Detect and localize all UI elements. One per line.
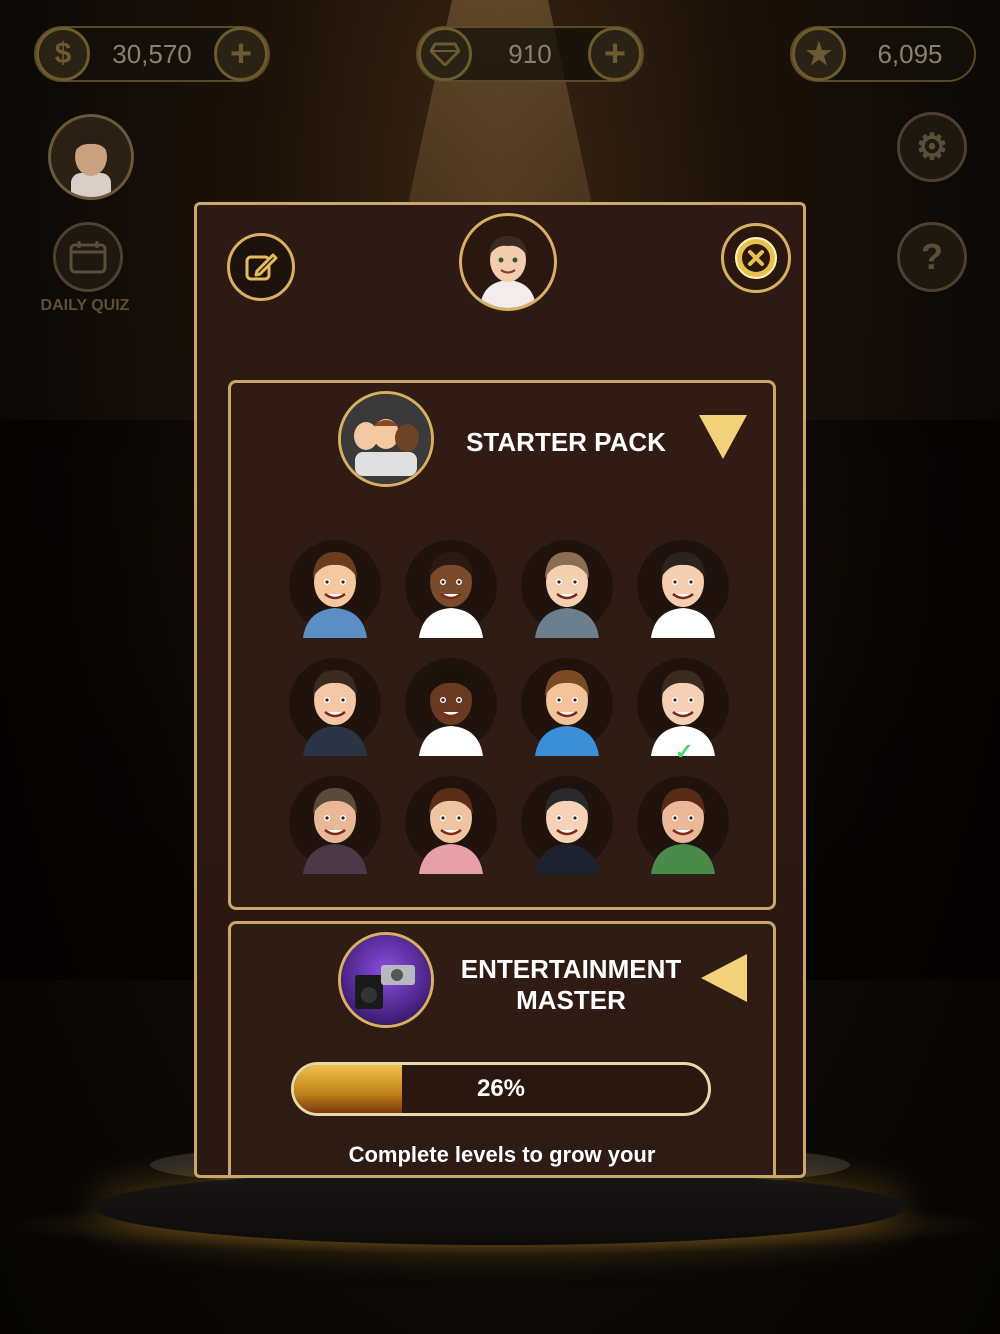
dollar-coin-icon: $ [36,27,90,81]
calendar-icon[interactable] [53,222,123,292]
progress-label: 26% [476,1075,526,1102]
add-coins-button[interactable]: + [214,27,268,81]
collapse-arrow-icon[interactable] [699,415,747,459]
avatar-option-7[interactable] [509,649,625,759]
starter-pack-title: STARTER PACK [466,427,666,457]
avatar-option-5[interactable] [277,649,393,759]
stage-base [95,1170,905,1245]
help-icon[interactable]: ? [897,222,967,292]
avatar-grid: ✓ [277,531,747,877]
pack-description: Complete levels to grow your [348,1142,656,1167]
avatar-option-9[interactable] [277,767,393,877]
avatar-option-4[interactable] [625,531,741,641]
close-icon [735,237,777,279]
add-gems-button[interactable]: + [588,27,642,81]
entertainment-pack-title: ENTERTAINMENT MASTER [451,954,691,1016]
entertainment-title-line1: ENTERTAINMENT [460,954,682,984]
avatar-selection-modal: STARTER PACK ✓ ENTERTAINMENT MASTER 26% … [194,202,806,1178]
avatar-option-3[interactable] [509,531,625,641]
selected-check-icon: ✓ [675,739,694,764]
modal-header [197,205,803,365]
pencil-icon [245,253,278,281]
avatar-option-11[interactable] [509,767,625,877]
pack-progress-bar: 26% [291,1062,711,1116]
expand-arrow-icon[interactable] [701,954,747,1002]
close-button[interactable] [721,223,791,293]
diamond-icon [418,27,472,81]
avatar-option-8[interactable]: ✓ [625,649,741,764]
starter-pack-section: STARTER PACK ✓ [228,380,776,910]
gems-counter: 910 + [416,26,644,82]
daily-quiz-label: DAILY QUIZ [40,297,130,314]
current-avatar [459,213,557,311]
entertainment-title-line2: MASTER [516,985,626,1015]
avatar-option-6[interactable] [393,649,509,759]
entertainment-pack-icon [338,932,434,1028]
avatar-option-10[interactable] [393,767,509,877]
profile-avatar-button[interactable] [48,114,134,200]
edit-profile-button[interactable] [227,233,295,301]
starter-pack-icon [338,391,434,487]
entertainment-master-section: ENTERTAINMENT MASTER 26% Complete levels… [228,921,776,1175]
gems-value: 910 [508,38,552,69]
stars-value: 6,095 [877,38,943,69]
coins-value: 30,570 [112,38,192,69]
avatar-option-1[interactable] [277,531,393,641]
avatar-option-2[interactable] [393,531,509,641]
gear-icon[interactable]: ⚙ [897,112,967,182]
star-icon: ★ [792,27,846,81]
coins-counter: $ 30,570 + [34,26,270,82]
stars-counter: ★ 6,095 [790,26,976,82]
avatar-option-12[interactable] [625,767,741,877]
